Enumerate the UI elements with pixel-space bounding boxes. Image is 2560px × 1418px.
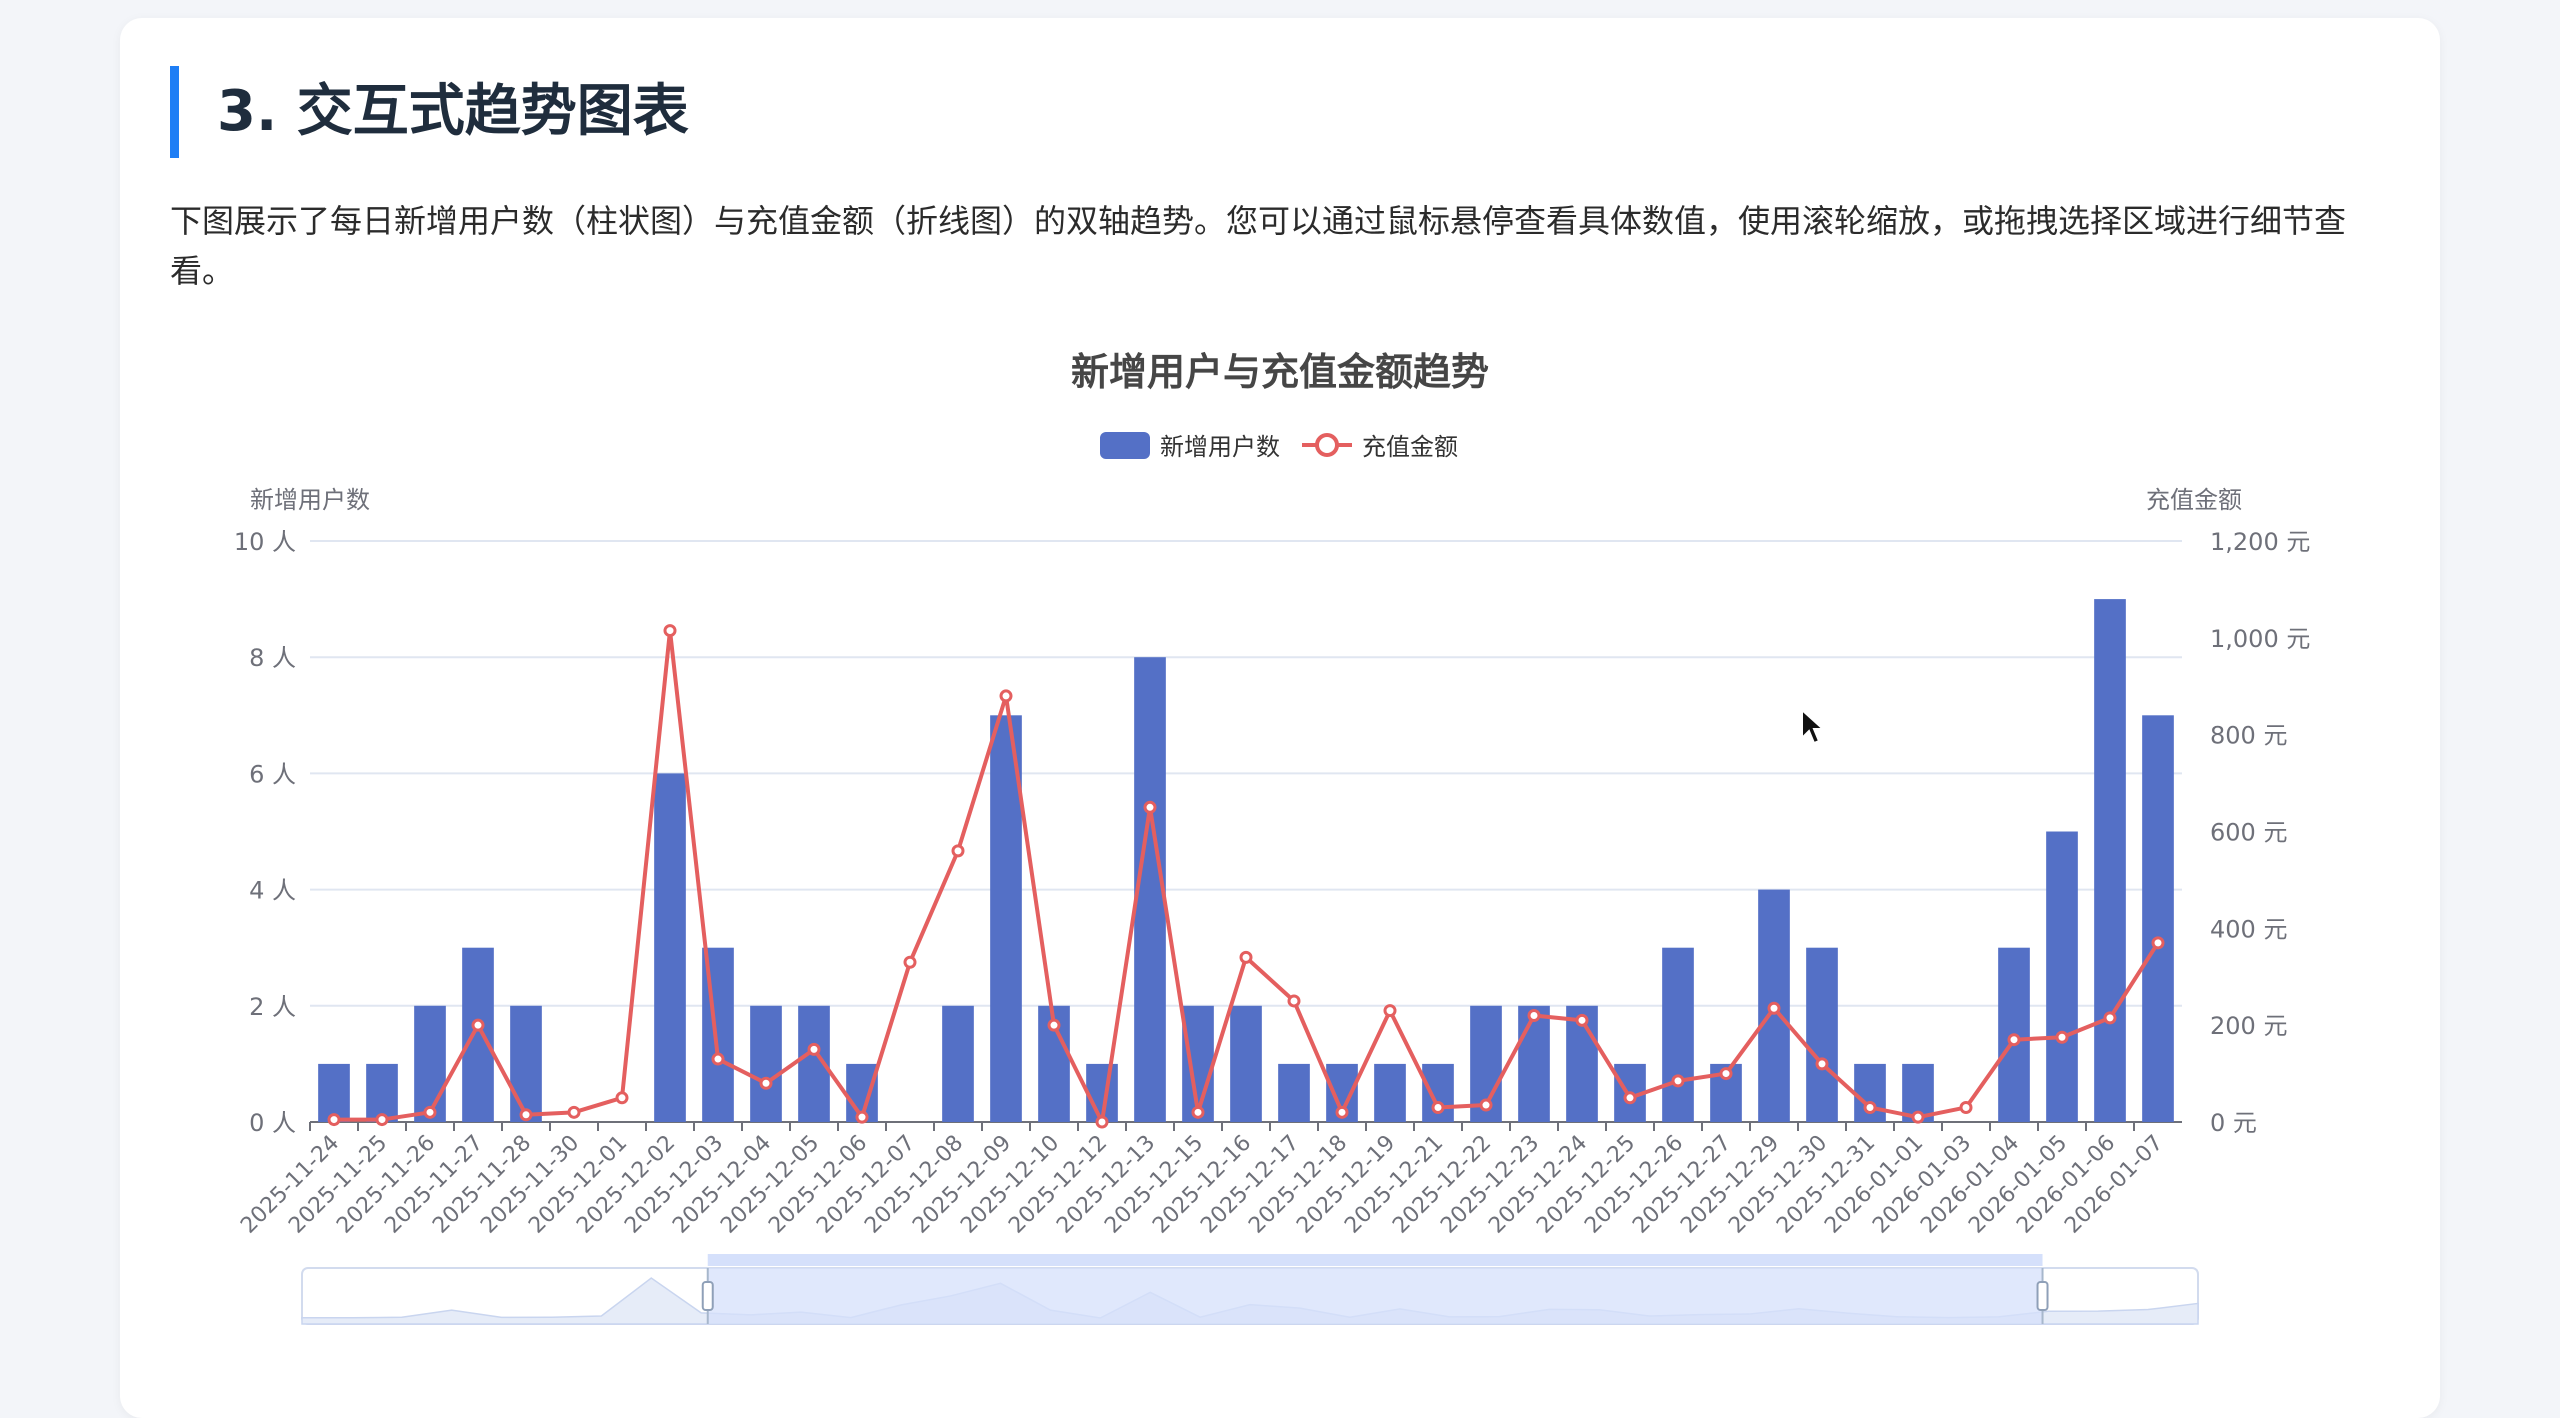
bar-new-users[interactable] xyxy=(2094,599,2126,1122)
y-right-tick-label: 1,000 元 xyxy=(2210,625,2310,653)
line-point-recharge[interactable] xyxy=(375,1113,389,1127)
line-point-recharge[interactable] xyxy=(2103,1011,2117,1025)
line-point-recharge[interactable] xyxy=(711,1052,725,1066)
line-point-recharge[interactable] xyxy=(567,1105,581,1119)
chart-title: 新增用户与充值金额趋势 xyxy=(1071,350,1489,394)
y-left-tick-label: 4 人 xyxy=(249,877,296,905)
bar-new-users[interactable] xyxy=(1278,1063,1310,1122)
y-right-tick-label: 800 元 xyxy=(2210,722,2287,750)
bar-new-users[interactable] xyxy=(654,773,686,1122)
bar-new-users[interactable] xyxy=(414,1005,446,1122)
line-point-recharge[interactable] xyxy=(615,1091,629,1105)
line-point-recharge[interactable] xyxy=(471,1018,485,1032)
y-left-tick-label: 6 人 xyxy=(249,760,296,788)
line-point-recharge[interactable] xyxy=(1959,1100,1973,1114)
bar-new-users[interactable] xyxy=(1374,1063,1406,1122)
line-point-recharge[interactable] xyxy=(1767,1001,1781,1015)
chart-legend[interactable]: 新增用户数 充值金额 xyxy=(1100,432,1458,461)
bar-new-users[interactable] xyxy=(1518,1005,1550,1122)
line-point-recharge[interactable] xyxy=(1047,1018,1061,1032)
y-right-tick-label: 1,200 元 xyxy=(2210,528,2310,556)
legend-line-marker[interactable] xyxy=(1315,433,1339,457)
line-point-recharge[interactable] xyxy=(855,1110,869,1124)
line-point-recharge[interactable] xyxy=(1623,1091,1637,1105)
line-point-recharge[interactable] xyxy=(1719,1067,1733,1081)
datazoom-handle-right[interactable] xyxy=(2036,1281,2049,1311)
y-right-axis-name: 充值金额 xyxy=(2146,486,2242,514)
line-point-recharge[interactable] xyxy=(903,955,917,969)
mouse-cursor-icon xyxy=(1801,708,1826,745)
datazoom-selected-range[interactable] xyxy=(707,1268,2043,1324)
bar-new-users[interactable] xyxy=(2046,831,2078,1123)
line-point-recharge[interactable] xyxy=(1479,1098,1493,1112)
line-point-recharge[interactable] xyxy=(2007,1033,2021,1047)
line-point-recharge[interactable] xyxy=(663,624,677,638)
bar-new-users[interactable] xyxy=(2142,715,2174,1122)
y-right-tick-label: 0 元 xyxy=(2210,1109,2257,1137)
line-point-recharge[interactable] xyxy=(1863,1100,1877,1114)
bar-new-users[interactable] xyxy=(750,1005,782,1122)
y-left-tick-label: 10 人 xyxy=(234,528,296,556)
legend-bar-swatch[interactable] xyxy=(1100,432,1150,459)
datazoom-handle-left[interactable] xyxy=(701,1281,714,1311)
line-point-recharge[interactable] xyxy=(1335,1105,1349,1119)
line-point-recharge[interactable] xyxy=(1431,1100,1445,1114)
line-point-recharge[interactable] xyxy=(2055,1030,2069,1044)
line-point-recharge[interactable] xyxy=(951,844,965,858)
y-right-tick-label: 400 元 xyxy=(2210,915,2287,943)
line-point-recharge[interactable] xyxy=(2151,936,2165,950)
y-left-tick-label: 8 人 xyxy=(249,644,296,672)
bar-new-users[interactable] xyxy=(1230,1005,1262,1122)
line-point-recharge[interactable] xyxy=(1239,950,1253,964)
y-left-tick-label: 0 人 xyxy=(249,1109,296,1137)
trend-chart[interactable]: 新增用户与充值金额趋势新增用户数 充值金额新增用户数 充值金额0 人2 人4 人6 … xyxy=(0,0,2560,1356)
bar-new-users[interactable] xyxy=(510,1005,542,1122)
line-point-recharge[interactable] xyxy=(1671,1074,1685,1088)
line-point-recharge[interactable] xyxy=(1191,1105,1205,1119)
bar-new-users[interactable] xyxy=(942,1005,974,1122)
line-point-recharge[interactable] xyxy=(999,689,1013,703)
bar-new-users[interactable] xyxy=(1662,947,1694,1122)
y-right-tick-label: 600 元 xyxy=(2210,819,2287,847)
line-point-recharge[interactable] xyxy=(423,1105,437,1119)
line-point-recharge[interactable] xyxy=(1527,1008,1541,1022)
y-left-axis-name: 新增用户数 xyxy=(250,486,370,514)
datazoom-move-bar[interactable] xyxy=(707,1254,2043,1266)
line-point-recharge[interactable] xyxy=(1815,1057,1829,1071)
legend-label-users[interactable]: 新增用户数 xyxy=(1160,433,1280,461)
line-point-recharge[interactable] xyxy=(1383,1004,1397,1018)
line-point-recharge[interactable] xyxy=(759,1076,773,1090)
line-point-recharge[interactable] xyxy=(1575,1013,1589,1027)
line-point-recharge[interactable] xyxy=(1143,800,1157,814)
y-left-tick-label: 2 人 xyxy=(249,993,296,1021)
line-point-recharge[interactable] xyxy=(1911,1110,1925,1124)
line-point-recharge[interactable] xyxy=(1287,994,1301,1008)
bar-new-users[interactable] xyxy=(1806,947,1838,1122)
legend-label-recharge[interactable]: 充值金额 xyxy=(1362,433,1458,461)
bar-new-users[interactable] xyxy=(462,947,494,1122)
line-point-recharge[interactable] xyxy=(519,1108,533,1122)
y-right-tick-label: 200 元 xyxy=(2210,1012,2287,1040)
line-point-recharge[interactable] xyxy=(327,1113,341,1127)
line-point-recharge[interactable] xyxy=(1095,1115,1109,1129)
line-point-recharge[interactable] xyxy=(807,1042,821,1056)
